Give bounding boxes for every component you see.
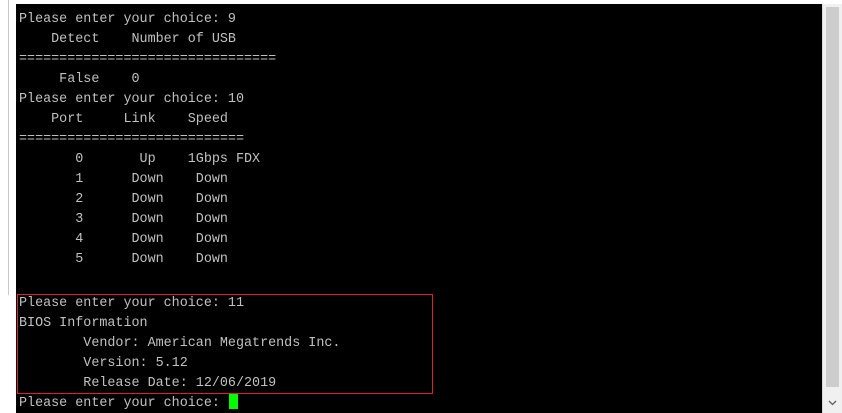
window-edge: [0, 0, 9, 295]
vertical-scrollbar[interactable]: [822, 4, 842, 413]
terminal-line: Vendor: American Megatrends Inc.: [19, 336, 341, 351]
terminal-prompt-line[interactable]: Please enter your choice:: [19, 394, 238, 413]
terminal-line: ================================: [19, 52, 277, 67]
terminal-window[interactable]: Please enter your choice: 9 Detect Numbe…: [16, 4, 822, 413]
terminal-line: False 0: [19, 72, 140, 87]
terminal-line: Detect Number of USB: [19, 32, 236, 47]
terminal-line: Please enter your choice: 11: [19, 296, 244, 311]
terminal-cursor: [228, 394, 238, 409]
chevron-down-icon[interactable]: [823, 395, 842, 413]
prompt-text: Please enter your choice:: [19, 396, 228, 411]
terminal-line: Please enter your choice: 9: [19, 12, 236, 27]
terminal-line: Port Link Speed: [19, 112, 228, 127]
terminal-line: 1 Down Down: [19, 172, 228, 187]
terminal-line: 4 Down Down: [19, 232, 228, 247]
terminal-line: Version: 5.12: [19, 356, 188, 371]
terminal-line: BIOS Information: [19, 316, 148, 331]
terminal-line: ============================: [19, 132, 244, 147]
scrollbar-thumb[interactable]: [826, 7, 839, 387]
terminal-line: 0 Up 1Gbps FDX: [19, 152, 261, 167]
terminal-line: 3 Down Down: [19, 212, 228, 227]
terminal-line: Release Date: 12/06/2019: [19, 376, 277, 391]
terminal-line: Please enter your choice: 10: [19, 92, 244, 107]
terminal-line: 2 Down Down: [19, 192, 228, 207]
terminal-line: 5 Down Down: [19, 252, 228, 267]
